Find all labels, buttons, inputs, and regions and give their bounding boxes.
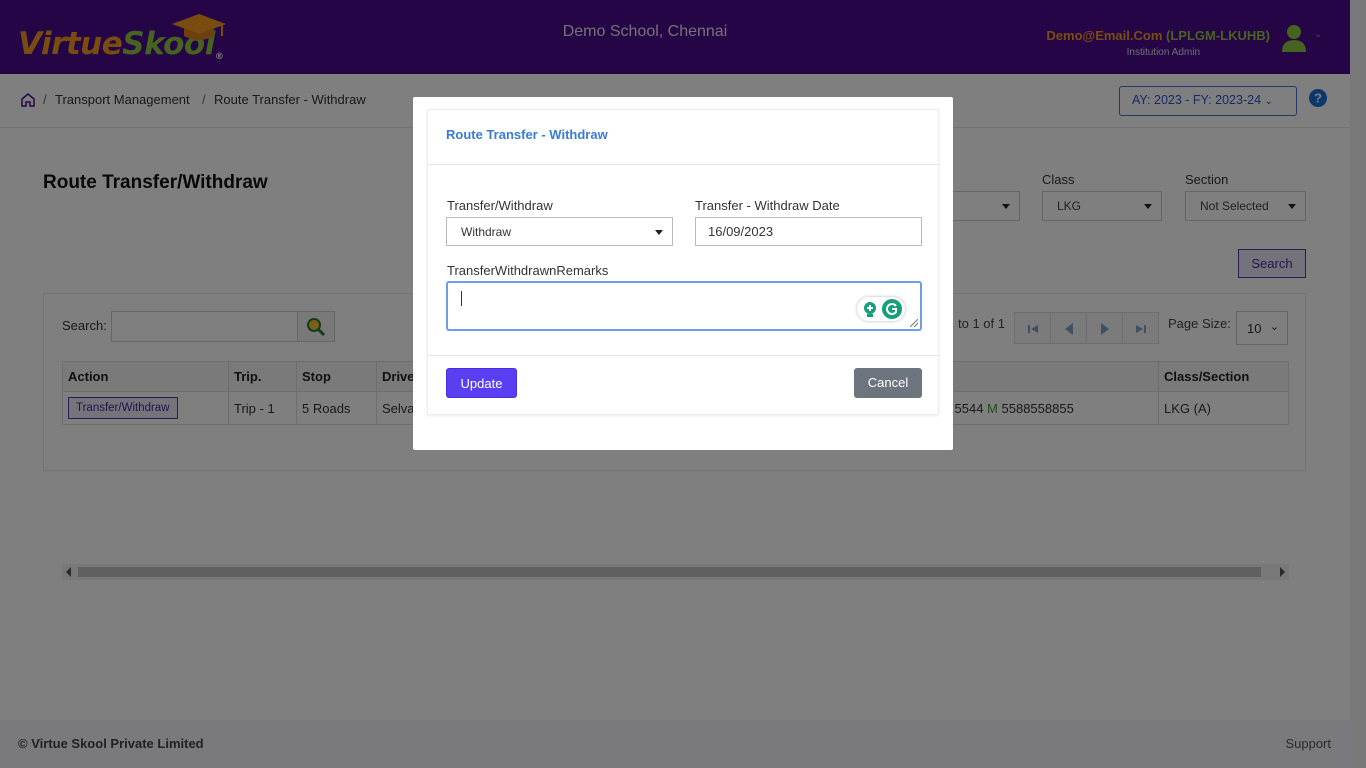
remarks-label: TransferWithdrawnRemarks	[447, 263, 609, 278]
transfer-withdraw-select[interactable]: Withdraw	[446, 217, 673, 246]
grammarly-widget[interactable]	[857, 297, 905, 321]
resize-grip-icon[interactable]	[910, 319, 918, 327]
remarks-textarea[interactable]	[446, 281, 922, 331]
grammarly-icon[interactable]	[882, 299, 902, 319]
lightbulb-plus-icon[interactable]	[862, 301, 878, 317]
withdraw-date-input[interactable]: 16/09/2023	[695, 217, 922, 246]
route-transfer-modal: Route Transfer - Withdraw Transfer/Withd…	[413, 97, 953, 450]
cancel-button[interactable]: Cancel	[854, 368, 922, 398]
withdraw-date-value: 16/09/2023	[708, 224, 774, 239]
update-button[interactable]: Update	[446, 368, 517, 398]
caret-down-icon	[655, 230, 663, 235]
modal-divider	[428, 164, 940, 165]
transfer-withdraw-label: Transfer/Withdraw	[447, 198, 553, 213]
modal-title: Route Transfer - Withdraw	[446, 127, 608, 142]
modal-divider	[428, 355, 940, 356]
transfer-withdraw-value: Withdraw	[461, 225, 512, 239]
text-cursor	[461, 291, 462, 306]
withdraw-date-label: Transfer - Withdraw Date	[695, 198, 840, 213]
